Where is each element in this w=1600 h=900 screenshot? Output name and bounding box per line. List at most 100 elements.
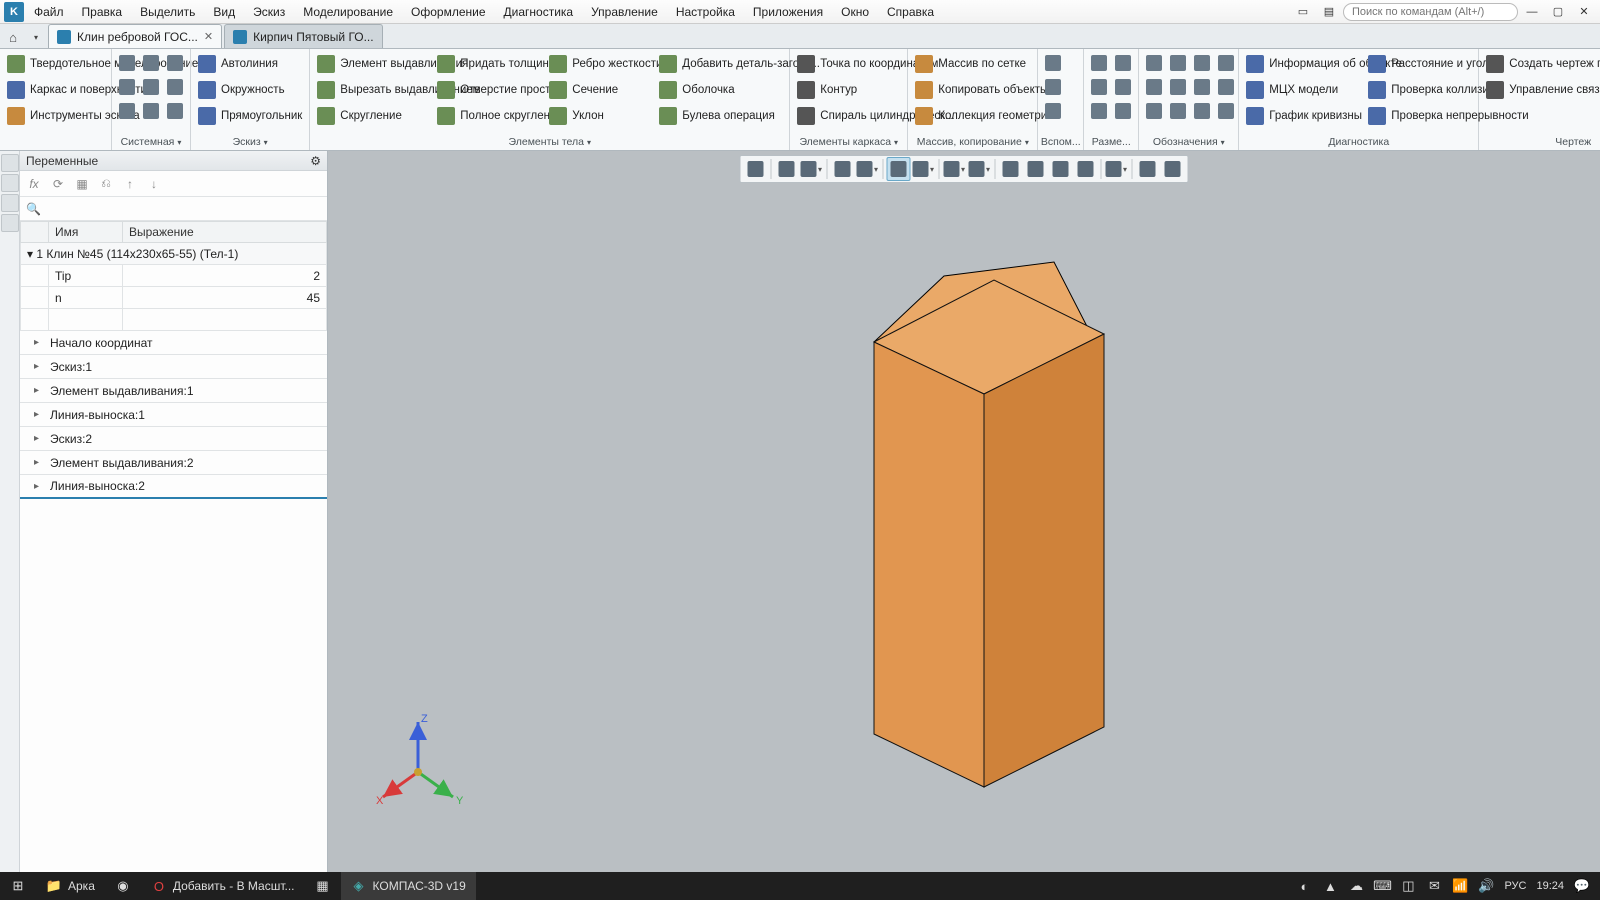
aux1[interactable] bbox=[1042, 52, 1064, 74]
tb5[interactable]: ↑ bbox=[120, 174, 140, 194]
var-value[interactable]: 2 bbox=[123, 265, 327, 287]
dim5[interactable] bbox=[1088, 100, 1110, 122]
home-button[interactable]: ⌂ bbox=[2, 26, 24, 48]
panel-search[interactable]: 🔍 bbox=[20, 197, 327, 221]
ann11[interactable] bbox=[1191, 100, 1213, 122]
sidetab-3[interactable] bbox=[1, 194, 19, 212]
copy-objects-button[interactable]: Копировать объекты bbox=[912, 78, 1056, 102]
dim1[interactable] bbox=[1088, 52, 1110, 74]
hole-button[interactable]: Отверстие простое bbox=[434, 78, 544, 102]
tray-icon[interactable]: ☁ bbox=[1348, 878, 1364, 894]
mass-props-button[interactable]: МЦХ модели bbox=[1243, 78, 1363, 102]
shell-button[interactable]: Оболочка bbox=[656, 78, 786, 102]
tab-close-icon[interactable]: ✕ bbox=[204, 30, 213, 43]
start-button[interactable]: ⊞ bbox=[0, 872, 36, 900]
tree-node[interactable]: Элемент выдавливания:1 bbox=[20, 379, 327, 403]
tree-node[interactable]: Начало координат bbox=[20, 331, 327, 355]
var-name[interactable]: n bbox=[49, 287, 123, 309]
taskbar-opera[interactable]: OДобавить - В Масшт... bbox=[141, 872, 305, 900]
gear-icon[interactable]: ⚙ bbox=[310, 154, 321, 168]
create-drawing-button[interactable]: Создать чертеж по модели bbox=[1483, 52, 1600, 76]
taskbar-folder[interactable]: 📁Арка bbox=[36, 872, 105, 900]
circle-button[interactable]: Окружность bbox=[195, 78, 305, 102]
taskbar-chrome[interactable]: ◉ bbox=[105, 872, 141, 900]
vt-shaded[interactable] bbox=[887, 157, 911, 181]
fx-icon[interactable]: fx bbox=[24, 174, 44, 194]
ann9[interactable] bbox=[1143, 100, 1165, 122]
tree-node[interactable]: Линия-выноска:1 bbox=[20, 403, 327, 427]
ann2[interactable] bbox=[1167, 52, 1189, 74]
var-value[interactable]: 45 bbox=[123, 287, 327, 309]
sidetab-2[interactable] bbox=[1, 174, 19, 192]
layout-icon[interactable]: ▭ bbox=[1294, 5, 1312, 19]
tray-icon[interactable]: ⌨ bbox=[1374, 878, 1390, 894]
vt-zoom[interactable] bbox=[800, 157, 824, 181]
autoline-button[interactable]: Автолиния bbox=[195, 52, 305, 76]
vt-render[interactable] bbox=[912, 157, 936, 181]
dim6[interactable] bbox=[1112, 100, 1134, 122]
extrude-button[interactable]: Элемент выдавливания bbox=[314, 52, 432, 76]
cut-extrude-button[interactable]: Вырезать выдавливанием bbox=[314, 78, 432, 102]
thicken-button[interactable]: Придать толщину bbox=[434, 52, 544, 76]
collision-button[interactable]: Проверка коллизий bbox=[1365, 78, 1481, 102]
vt-3[interactable] bbox=[831, 157, 855, 181]
tray-icon[interactable]: ◐ bbox=[1296, 878, 1312, 894]
paste-button[interactable] bbox=[164, 100, 186, 122]
tb6[interactable]: ↓ bbox=[144, 174, 164, 194]
open-button[interactable] bbox=[140, 52, 162, 74]
distance-button[interactable]: Расстояние и угол bbox=[1365, 52, 1481, 76]
pattern-grid-button[interactable]: Массив по сетке bbox=[912, 52, 1056, 76]
manage-linked-button[interactable]: Управление связанными ч... bbox=[1483, 78, 1600, 102]
tab-inactive[interactable]: Кирпич Пятовый ГО... bbox=[224, 24, 383, 48]
curvature-button[interactable]: График кривизны bbox=[1243, 104, 1363, 128]
root-row[interactable]: ▾ 1 Клин №45 (114х230х65-55) (Тел-1) bbox=[21, 243, 327, 265]
close-icon[interactable]: ✕ bbox=[1575, 5, 1593, 19]
menu-window[interactable]: Окно bbox=[833, 0, 877, 24]
menu-view[interactable]: Вид bbox=[205, 0, 243, 24]
ann5[interactable] bbox=[1143, 76, 1165, 98]
tree-node[interactable]: Элемент выдавливания:2 bbox=[20, 451, 327, 475]
aux2[interactable] bbox=[1042, 76, 1064, 98]
continuity-button[interactable]: Проверка непрерывности bbox=[1365, 104, 1481, 128]
vt-1[interactable] bbox=[744, 157, 768, 181]
tb3[interactable]: ▦ bbox=[72, 174, 92, 194]
menu-decoration[interactable]: Оформление bbox=[403, 0, 493, 24]
menu-apps[interactable]: Приложения bbox=[745, 0, 831, 24]
maximize-icon[interactable]: ▢ bbox=[1549, 5, 1567, 19]
tree-node[interactable]: Эскиз:2 bbox=[20, 427, 327, 451]
tree-node[interactable]: Эскиз:1 bbox=[20, 355, 327, 379]
home-dropdown[interactable] bbox=[24, 26, 46, 48]
ann10[interactable] bbox=[1167, 100, 1189, 122]
notifications-icon[interactable]: 💬 bbox=[1574, 878, 1590, 894]
menu-modeling[interactable]: Моделирование bbox=[295, 0, 401, 24]
menu-diagnostics[interactable]: Диагностика bbox=[496, 0, 582, 24]
add-part-button[interactable]: Добавить деталь-загото... bbox=[656, 52, 786, 76]
menu-edit[interactable]: Правка bbox=[74, 0, 131, 24]
tray-icon[interactable]: ✉ bbox=[1426, 878, 1442, 894]
menu-help[interactable]: Справка bbox=[879, 0, 942, 24]
sidetab-4[interactable] bbox=[1, 214, 19, 232]
ann4[interactable] bbox=[1215, 52, 1237, 74]
vt-5[interactable] bbox=[1024, 157, 1048, 181]
props-button[interactable] bbox=[164, 76, 186, 98]
aux3[interactable] bbox=[1042, 100, 1064, 122]
var-name[interactable]: Tip bbox=[49, 265, 123, 287]
full-fillet-button[interactable]: Полное скругление bbox=[434, 104, 544, 128]
redo-button[interactable] bbox=[140, 76, 162, 98]
copy-button[interactable] bbox=[140, 100, 162, 122]
rect-button[interactable]: Прямоугольник bbox=[195, 104, 305, 128]
ann6[interactable] bbox=[1167, 76, 1189, 98]
tray-icon[interactable]: ◫ bbox=[1400, 878, 1416, 894]
vt-7[interactable] bbox=[1074, 157, 1098, 181]
fillet-button[interactable]: Скругление bbox=[314, 104, 432, 128]
volume-icon[interactable]: 🔊 bbox=[1478, 878, 1494, 894]
clock[interactable]: 19:24 bbox=[1536, 880, 1564, 892]
taskbar-kompas[interactable]: ◈КОМПАС-3D v19 bbox=[341, 872, 476, 900]
taskbar-misc[interactable]: ▦ bbox=[305, 872, 341, 900]
dim3[interactable] bbox=[1088, 76, 1110, 98]
undo-button[interactable] bbox=[116, 76, 138, 98]
info-object-button[interactable]: Информация об объекте bbox=[1243, 52, 1363, 76]
minimize-icon[interactable]: — bbox=[1523, 5, 1541, 19]
geom-collection-button[interactable]: Коллекция геометрии bbox=[912, 104, 1056, 128]
print-button[interactable] bbox=[116, 100, 138, 122]
